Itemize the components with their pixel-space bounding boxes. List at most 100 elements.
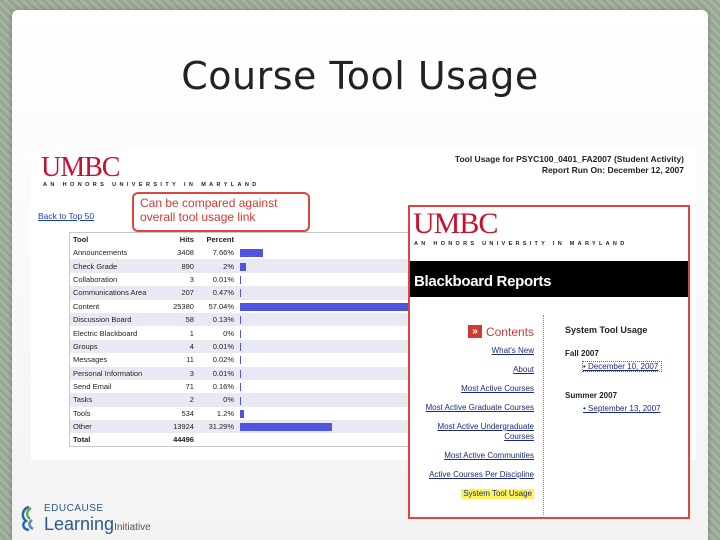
hits-cell: 11 [186,355,194,365]
table-row: Electric Blackboard 1 0% [70,326,412,339]
semester-report-link[interactable]: • September 13, 2007 [583,404,661,413]
percent-cell: 57.04% [208,301,234,311]
percent-cell: 0.47% [196,286,237,300]
bb-nav-item[interactable]: Most Active Courses [410,384,540,394]
tool-cell: Tasks [69,393,165,407]
table-row: Tools 534 1.2% [70,407,412,420]
usage-bar [240,423,333,432]
tool-cell: Tools [73,408,91,418]
percent-cell: 0% [223,328,234,338]
report-title: Tool Usage for PSYC100_0401_FA2007 (Stud… [454,154,684,164]
bar-cell [237,286,412,300]
percent-cell: 0.01% [212,274,234,284]
usage-bar [240,409,244,418]
bar-cell [237,300,412,313]
bar-cell [237,326,412,339]
total-empty [237,433,412,447]
tool-cell: Discussion Board [69,312,165,327]
usage-bar [240,289,242,298]
total-empty [196,433,237,447]
bb-nav-item[interactable]: Most Active Undergraduate Courses [410,422,540,442]
usage-bar [240,316,241,325]
bar-cell [237,246,412,259]
table-row: Send Email 71 0.16% [70,380,412,393]
bb-nav-item[interactable]: Most Active Communities [410,451,540,461]
learning-word: Learning [44,514,115,534]
bb-nav-system-tool-usage[interactable]: System Tool Usage [410,489,540,499]
hits-cell: 1 [189,328,194,338]
slide-title: Course Tool Usage [181,54,539,98]
percent-cell: 0.01% [196,339,237,354]
hits-cell: 25380 [173,301,194,311]
percent-cell: 1.2% [216,408,234,418]
bar-cell [237,339,412,354]
table-row: Messages 11 0.02% [70,353,412,366]
table-row: Groups 4 0.01% [69,339,412,354]
semester-name: Fall 2007 [565,349,599,358]
tool-cell: Communications Area [69,286,165,300]
usage-bar [240,342,241,351]
percent-cell: 0% [196,393,237,407]
bb-nav-item[interactable]: Active Courses Per Discipline [410,470,540,480]
hits-cell: 3 [164,366,197,380]
tool-cell: Messages [73,355,108,365]
semester-report-link[interactable]: • December 10, 2007 [582,361,662,372]
bb-nav-item[interactable]: What's New [410,346,540,356]
table-row: Communications Area 207 0.47% [69,286,412,300]
usage-bar [240,396,241,405]
bb-nav-item[interactable]: About [410,365,540,375]
hits-cell: 534 [181,408,194,418]
usage-bar [240,262,246,271]
usage-bar [240,275,241,284]
bb-nav-highlight-label: System Tool Usage [461,489,534,499]
bb-nav-item[interactable]: Most Active Graduate Courses [410,403,540,413]
hits-cell: 3 [189,274,194,284]
educause-mark-icon [21,505,34,531]
table-row: Content 25380 57.04% [70,300,412,313]
column-header-percent: Percent [206,235,234,244]
hits-cell: 207 [164,286,197,300]
bar-cell [237,353,412,366]
percent-cell: 2% [196,259,237,273]
semester-fall: Fall 2007 • December 10, 2007 [565,349,662,372]
bar-cell [237,380,412,393]
bar-cell [237,312,412,327]
hits-cell: 2 [164,393,197,407]
back-to-top-link[interactable]: Back to Top 50 [38,211,94,221]
percent-cell: 31.29% [196,420,237,434]
column-header-bar [237,233,412,247]
usage-bar [240,356,241,365]
tool-cell: Content [73,301,100,311]
hits-cell: 58 [164,312,197,327]
bb-nav: » Contents What's New About Most Active Co… [410,325,540,508]
bar-cell [237,273,412,286]
report-run-date: Report Run On: December 12, 2007 [541,165,684,175]
learning-initiative-wordmark: LearningInitiative [44,514,151,535]
table-header-row: Tool Hits Percent [70,233,412,247]
percent-cell: 0.02% [212,355,234,365]
bb-banner: Blackboard Reports [410,261,688,297]
table-row: Other 13924 31.29% [69,420,412,434]
table-row: Announcements 3408 7.66% [70,246,412,259]
usage-bar [240,383,241,392]
tool-cell: Electric Blackboard [73,328,138,338]
total-label: Total [69,433,165,447]
semester-name: Summer 2007 [565,391,618,400]
bar-cell [237,393,412,407]
bb-contents-header: » Contents [410,325,540,338]
percent-cell: 0.16% [212,382,234,392]
table-row: Personal Information 3 0.01% [69,366,412,380]
column-header-tool: Tool [73,235,89,244]
umbc-tagline: AN HONORS UNIVERSITY IN MARYLAND [43,182,260,188]
bar-cell [237,366,412,380]
table-row: Check Grade 890 2% [69,259,412,273]
column-header-hits: Hits [179,235,194,244]
total-hits: 44496 [164,433,197,447]
table-row: Tasks 2 0% [69,393,412,407]
tool-cell: Collaboration [73,274,118,284]
table-row: Discussion Board 58 0.13% [69,312,412,327]
report-date: September 13, 2007 [588,404,661,413]
hits-cell: 13924 [164,420,197,434]
bb-system-tool-usage: System Tool Usage Fall 2007 • December 1… [565,325,662,433]
report-date: December 10, 2007 [588,362,659,371]
